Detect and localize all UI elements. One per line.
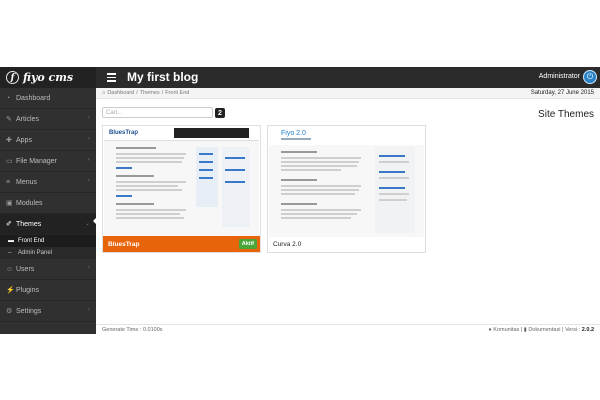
breadcrumb-separator: / [161,90,164,96]
sidebar-item-modules[interactable]: ▣ Modules [0,193,96,214]
chevron-left-icon: ‹ [88,115,90,121]
user-name[interactable]: Administrator [539,73,580,80]
dash-icon: – [8,250,12,256]
current-date: Saturday, 27 June 2015 [530,90,594,96]
chevron-left-icon: ‹ [88,157,90,163]
thumb-logo: Fiyo 2.0 [281,130,306,137]
theme-thumbnail[interactable]: Fiyo 2.0 [269,127,424,237]
sidebar-item-label: Themes [16,220,42,228]
search-input[interactable]: Cari... [102,107,213,118]
monitor-icon: ▬ [8,238,14,244]
chevron-left-icon: ‹ [88,265,90,271]
sidebar-item-menus[interactable]: ≡ Menus ‹ [0,172,96,193]
thumb-banner [174,128,249,138]
sidebar-subitem-label: Admin Panel [18,250,53,256]
active-badge: Aktif [238,239,257,249]
home-icon: ⌂ [102,90,106,96]
chevron-left-icon: ‹ [88,178,90,184]
thumb-header: Fiyo 2.0 [269,127,424,145]
power-icon[interactable]: ⏻ [583,70,597,84]
breadcrumb-themes[interactable]: Themes [140,90,160,96]
chevron-down-icon: ⌄ [84,221,90,227]
version-number: 2.0.2 [581,327,594,333]
plug-icon: ⚡ [6,287,15,294]
community-link[interactable]: Komunitas [493,327,519,333]
result-count-badge: 2 [215,108,225,118]
folder-icon: ▭ [6,158,13,165]
sidebar-item-articles[interactable]: ✎ Articles ‹ [0,109,96,130]
breadcrumb-separator: / [136,90,138,96]
main-content: ⌂ Dashboard / Themes / Front End Saturda… [96,88,600,334]
breadcrumb: ⌂ Dashboard / Themes / Front End Saturda… [96,88,600,99]
sidebar-item-themes[interactable]: ✐ Themes ⌄ [0,214,96,235]
thumb-tagline [281,138,311,140]
puzzle-icon: ✚ [6,137,12,144]
sidebar-item-file-manager[interactable]: ▭ File Manager ‹ [0,151,96,172]
chevron-left-icon: ‹ [88,136,90,142]
breadcrumb-dashboard[interactable]: Dashboard [107,90,134,96]
sidebar: ◔ Dashboard ✎ Articles ‹ ✚ Apps ‹ ▭ File Manag… [0,88,96,334]
footer: Generate Time : 0.0100s ● Komunitas | ▮ … [96,324,600,334]
top-bar: f fiyo cms My first blog Administrator ⏻ [0,67,600,88]
logo[interactable]: f fiyo cms [0,67,96,88]
chevron-left-icon: ‹ [88,307,90,313]
theme-caption: BluesTrap Aktif [103,236,260,252]
sidebar-item-label: Dashboard [16,94,51,102]
sidebar-item-label: Modules [16,199,43,207]
theme-name: BluesTrap [108,240,140,248]
gear-icon: ⚙ [6,308,13,315]
search-placeholder: Cari... [106,109,123,116]
sidebar-subitem-admin-panel[interactable]: – Admin Panel [0,247,96,259]
user-icon: ☺ [6,265,14,273]
documentation-link[interactable]: Dokumentasi [528,327,560,333]
sidebar-item-apps[interactable]: ✚ Apps ‹ [0,130,96,151]
brush-icon: ✐ [6,221,12,228]
logo-text: fiyo cms [23,71,74,84]
sidebar-item-label: Articles [16,115,39,123]
sidebar-item-label: Apps [16,136,32,144]
sidebar-item-label: Menus [16,178,38,186]
list-icon: ≡ [6,178,11,186]
thumb-header: BluesTrap [104,127,259,141]
sidebar-item-label: File Manager [16,157,57,165]
theme-thumbnail[interactable]: BluesTrap [104,127,259,237]
site-title[interactable]: My first blog [127,70,198,84]
thumb-logo: BluesTrap [109,130,139,136]
globe-icon: ● [488,327,492,333]
generate-time: Generate Time : 0.0100s [102,326,163,333]
sidebar-item-users[interactable]: ☺ Users ‹ [0,259,96,280]
version-label: Versi : [564,327,581,333]
footer-links: ● Komunitas | ▮ Dokumentasi | Versi : 2.… [488,327,594,333]
page-title: Site Themes [538,109,594,120]
breadcrumb-front-end: Front End [165,90,190,96]
sidebar-subitem-label: Front End [18,238,45,244]
theme-card-bluestrap[interactable]: BluesTrap BluesTrap Aktif [102,125,261,253]
sidebar-item-label: Users [16,265,35,273]
sidebar-item-label: Settings [16,307,42,315]
sidebar-item-dashboard[interactable]: ◔ Dashboard [0,88,96,109]
sidebar-item-label: Plugins [16,286,39,294]
theme-name: Curva 2.0 [273,240,302,248]
cube-icon: ▣ [6,200,13,207]
app-window: f fiyo cms My first blog Administrator ⏻… [0,67,600,334]
sidebar-item-plugins[interactable]: ⚡ Plugins [0,280,96,301]
pencil-icon: ✎ [6,116,12,123]
dashboard-icon: ◔ [6,94,11,102]
sidebar-item-settings[interactable]: ⚙ Settings ‹ [0,301,96,322]
hamburger-menu-icon[interactable] [107,73,116,82]
book-icon: ▮ [523,327,527,333]
sidebar-subitem-front-end[interactable]: ▬ Front End [0,235,96,247]
theme-caption: Curva 2.0 [268,236,425,252]
theme-card-curva[interactable]: Fiyo 2.0 Curva 2.0 [267,125,426,253]
fiyo-logo-icon: f [6,71,19,84]
